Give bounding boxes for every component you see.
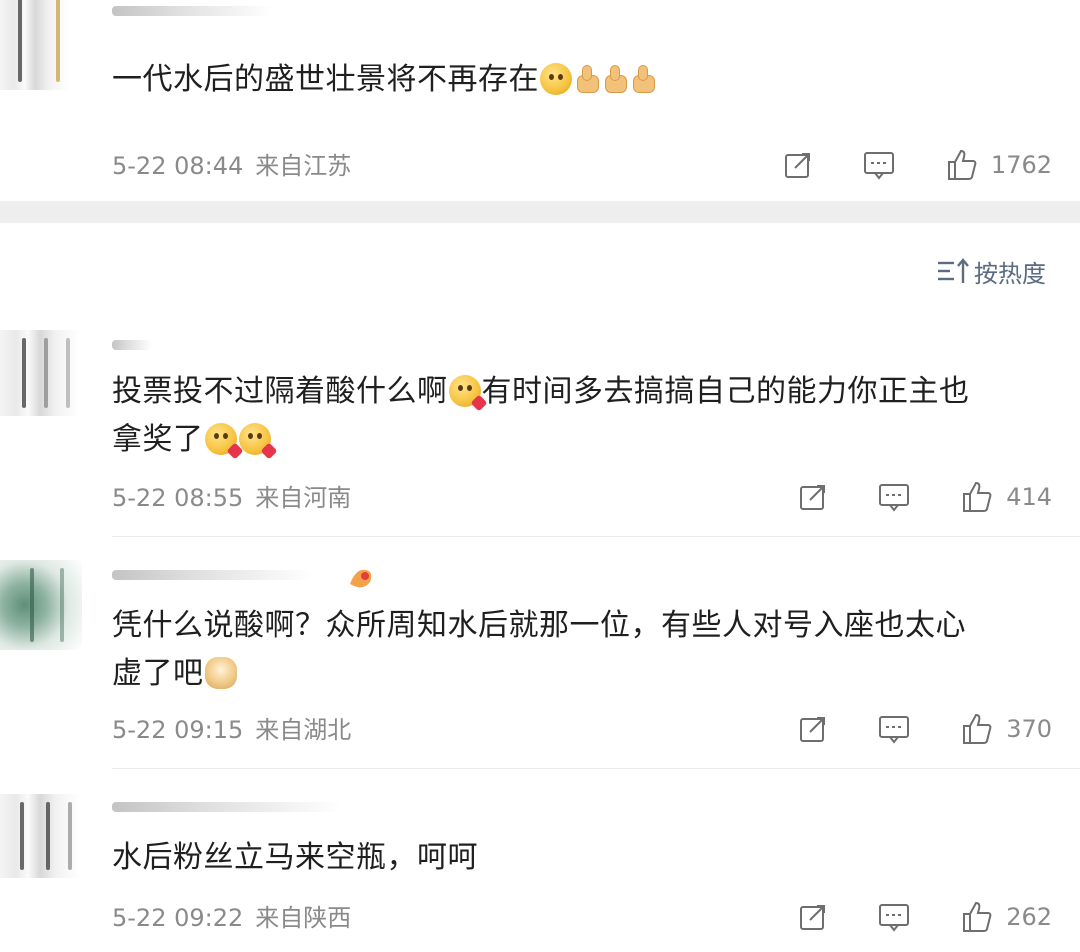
sort-by-hot-toggle[interactable]: 按热度 [936, 254, 1046, 289]
comment-text: 投票投不过隔着酸什么啊 有时间多去搞搞自己的能力你正主也 拿奖了 [112, 368, 1052, 464]
comment-meta: 5-22 08:44 来自江苏 [112, 150, 351, 182]
like-count: 370 [1006, 715, 1052, 743]
comment-text: 水后粉丝立马来空瓶，呵呵 [112, 840, 478, 875]
comment-icon [863, 152, 894, 180]
like-button[interactable]: 262 [960, 900, 1052, 934]
comment-text: 凭什么说酸啊？众所周知水后就那一位，有些人对号入座也太心 虚了吧 [112, 608, 966, 691]
repost-icon [800, 905, 826, 930]
like-count: 414 [1006, 483, 1052, 511]
comment-time: 5-22 09:15 [112, 716, 244, 744]
comment-location: 来自河南 [255, 484, 352, 512]
thumbs-up-icon [574, 63, 600, 95]
comment-actions: 262 [748, 899, 1052, 935]
like-count: 262 [1006, 903, 1052, 931]
comment-time: 5-22 08:44 [112, 152, 244, 180]
avatar[interactable] [0, 0, 70, 90]
comment-time: 5-22 08:55 [112, 484, 244, 512]
divider [112, 768, 1080, 769]
face-icon [540, 63, 572, 95]
repost-button[interactable] [798, 482, 828, 512]
thumbs-up-icon [630, 63, 656, 95]
repost-button[interactable] [798, 902, 828, 932]
comment-location: 来自湖北 [255, 716, 352, 744]
repost-button[interactable] [798, 714, 828, 744]
repost-button[interactable] [783, 150, 813, 180]
comment-actions: 1762 [733, 147, 1052, 183]
username[interactable] [112, 6, 272, 16]
comment-meta: 5-22 08:55 来自河南 [112, 482, 351, 514]
sort-label: 按热度 [974, 260, 1046, 288]
repost-icon [784, 153, 810, 178]
like-button[interactable]: 370 [960, 712, 1052, 746]
like-count: 1762 [990, 151, 1052, 179]
comment-icon [879, 716, 910, 744]
kiss-face-icon [448, 375, 487, 412]
avatar[interactable] [0, 794, 80, 878]
comment-actions: 370 [748, 711, 1052, 747]
username[interactable] [112, 570, 312, 580]
comment-button[interactable] [863, 150, 895, 180]
kiss-face-icon [204, 423, 243, 460]
like-button[interactable]: 414 [960, 480, 1052, 514]
comment-icon [879, 484, 910, 512]
repost-icon [800, 717, 826, 742]
sort-icon [938, 257, 969, 283]
username[interactable] [112, 802, 342, 812]
comment-meta: 5-22 09:22 来自陕西 [112, 902, 351, 934]
thumbs-up-icon [963, 713, 992, 744]
kiss-face-icon [238, 423, 277, 460]
comment-button[interactable] [878, 902, 910, 932]
comment-button[interactable] [878, 714, 910, 744]
comment-text: 一代水后的盛世壮景将不再存在 [112, 56, 1052, 104]
divider [112, 536, 1080, 537]
comment-meta: 5-22 09:15 来自湖北 [112, 714, 351, 746]
thumbs-up-icon [602, 63, 628, 95]
comment-location: 来自江苏 [255, 152, 352, 180]
username[interactable] [112, 340, 152, 350]
like-button[interactable]: 1762 [945, 148, 1052, 182]
repost-icon [800, 485, 826, 510]
section-separator [0, 201, 1080, 223]
comment-time: 5-22 09:22 [112, 904, 244, 932]
comment-actions: 414 [748, 479, 1052, 515]
comment-location: 来自陕西 [255, 904, 352, 932]
user-badge-icon [346, 562, 376, 592]
avatar[interactable] [0, 330, 80, 416]
avatar[interactable] [0, 560, 82, 650]
thumbs-up-icon [963, 481, 992, 512]
doge-icon [204, 657, 237, 689]
comment-icon [879, 904, 910, 932]
comment-button[interactable] [878, 482, 910, 512]
thumbs-up-icon [947, 149, 977, 180]
thumbs-up-icon [963, 901, 992, 932]
